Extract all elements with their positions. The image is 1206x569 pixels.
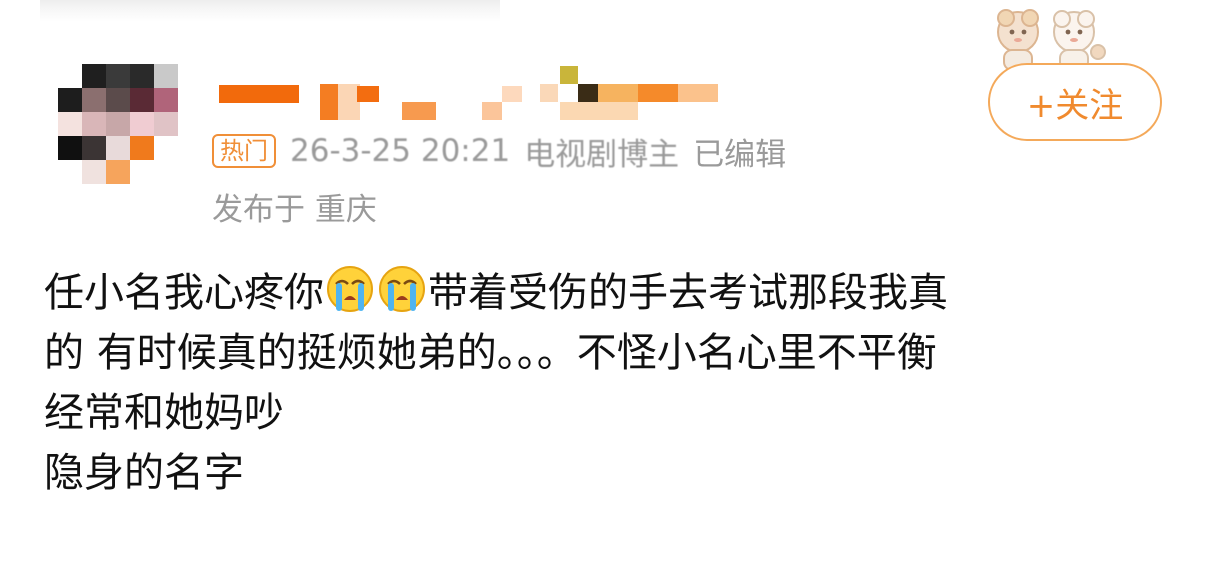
post-text-segment: 任小名我心疼你: [44, 270, 324, 316]
post-location: 发布于 重庆: [212, 192, 377, 228]
top-fade-divider: [40, 0, 500, 22]
post-text-segment: 带着受伤的手去考试那段我真: [428, 270, 948, 316]
post-datetime: 26-3-25 20:21: [290, 133, 511, 169]
post-line-1: 任小名我心疼你 带着受伤的手去考试那段我真: [44, 262, 1154, 323]
post-meta-row: 热门 26-3-25 20:21 电视剧博主 已编辑: [212, 129, 786, 174]
author-role: 电视剧博主: [524, 136, 680, 173]
avatar[interactable]: [58, 64, 178, 184]
post-line-2: 的 有时候真的挺烦她弟的。。。不怪小名心里不平衡: [44, 330, 937, 376]
post-line-4: 隐身的名字: [44, 450, 244, 496]
hot-badge: 热门: [212, 134, 276, 168]
post-body: 任小名我心疼你 带着受伤的手去考试那段我真 的 有时候真的挺烦她弟的。。。不怪小…: [44, 262, 1154, 503]
follow-button[interactable]: +关注: [988, 63, 1162, 141]
follow-label: +关注: [1026, 85, 1124, 126]
crying-face-emoji-icon: [379, 266, 425, 312]
crying-face-emoji-icon: [327, 266, 373, 312]
edited-label[interactable]: 已编辑: [693, 129, 786, 174]
post-line-3: 经常和她妈吵: [44, 390, 284, 436]
